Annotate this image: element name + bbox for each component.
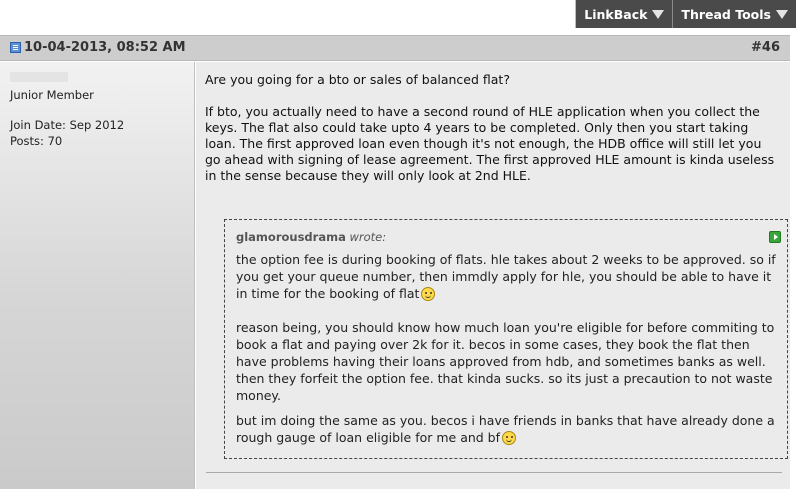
thread-tools-menu[interactable]: Thread Tools	[672, 0, 796, 28]
user-title: Junior Member	[10, 88, 94, 102]
quote-paragraph: but im doing the same as you. becos i ha…	[236, 412, 776, 446]
chevron-down-icon	[652, 10, 665, 19]
linkback-menu[interactable]: LinkBack	[575, 0, 672, 28]
post-header: 10-04-2013, 08:52 AM #46	[0, 35, 790, 61]
quote-paragraph: reason being, you should know how much l…	[236, 320, 775, 403]
linkback-label: LinkBack	[584, 6, 648, 22]
quote-author-name: glamorousdrama	[236, 230, 346, 244]
message-paragraph: If bto, you actually need to have a seco…	[205, 104, 775, 183]
user-info-panel: Junior Member Join Date: Sep 2012 Posts:…	[0, 62, 195, 489]
post-content: Are you going for a bto or sales of bala…	[196, 62, 790, 489]
post-number-link[interactable]: #46	[751, 40, 780, 55]
post-date-text: 10-04-2013, 08:52 AM	[24, 40, 186, 55]
toolbar-buttons: LinkBack Thread Tools	[575, 0, 796, 28]
post-count: Posts: 70	[10, 134, 63, 148]
post-date: 10-04-2013, 08:52 AM	[10, 40, 186, 55]
quote-paragraph-text: the option fee is during booking of flat…	[236, 252, 776, 301]
join-date: Join Date: Sep 2012	[10, 118, 125, 132]
view-post-icon[interactable]	[769, 231, 781, 243]
quote-block: glamorousdrama wrote: the option fee is …	[224, 219, 788, 459]
message-paragraph: Are you going for a bto or sales of bala…	[205, 72, 510, 87]
quote-author: glamorousdrama wrote:	[236, 230, 386, 244]
quote-wrote-label: wrote:	[349, 230, 387, 244]
post-status-icon	[10, 42, 21, 53]
quote-paragraph: the option fee is during booking of flat…	[236, 251, 776, 302]
smiley-icon	[421, 287, 436, 301]
chevron-down-icon	[776, 10, 788, 19]
thread-tools-label: Thread Tools	[681, 6, 771, 22]
signature-divider	[206, 472, 782, 473]
smiley-icon	[502, 431, 517, 445]
thread-toolbar: LinkBack Thread Tools	[0, 0, 799, 30]
username[interactable]	[10, 72, 68, 82]
